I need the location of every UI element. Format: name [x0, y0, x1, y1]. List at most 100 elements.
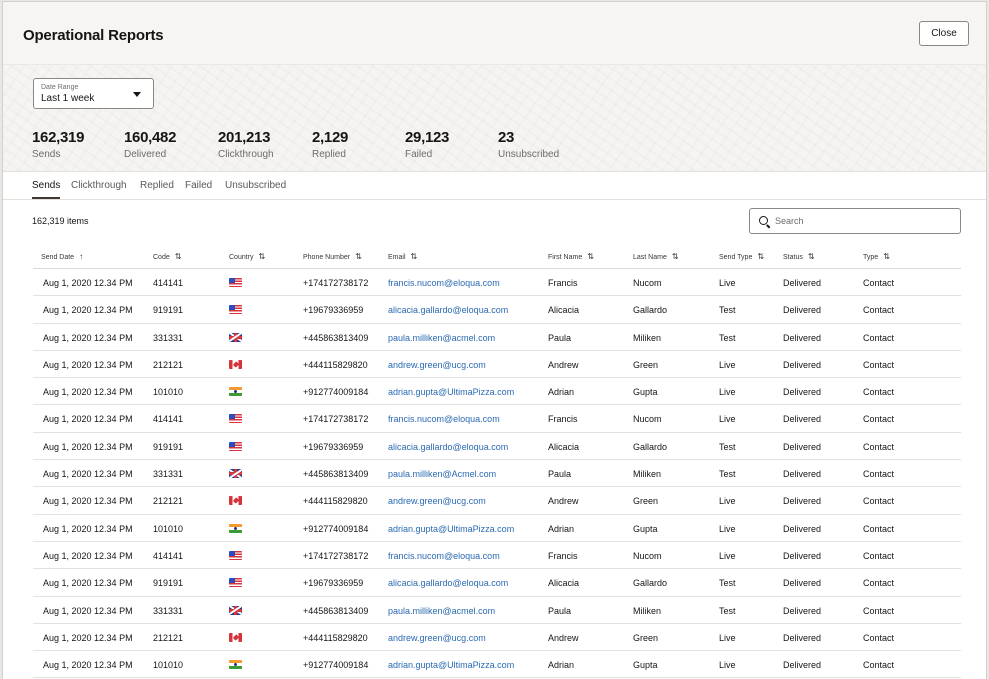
us-flag-icon	[229, 414, 242, 424]
tab-unsubscribed[interactable]: Unsubscribed	[225, 180, 286, 197]
cell-send-date: Aug 1, 2020 12.34 PM	[43, 523, 133, 534]
column-header-send-type[interactable]: Send Type ⇅	[719, 252, 764, 261]
tab-sends[interactable]: Sends	[32, 180, 61, 199]
stat-value: 162,319	[32, 129, 85, 146]
cell-last-name: Nucom	[633, 414, 662, 425]
cell-first-name: Paula	[548, 332, 572, 343]
table-row[interactable]: Aug 1, 2020 12.34 PM 331331 +445863813409 p…	[33, 324, 961, 351]
cell-first-name: Alicacia	[548, 441, 580, 452]
cell-status: Delivered	[783, 660, 822, 671]
cell-first-name: Adrian	[548, 660, 575, 671]
table-row[interactable]: Aug 1, 2020 12.34 PM 331331 +445863813409 p…	[33, 597, 961, 624]
cell-send-type: Test	[719, 605, 736, 616]
cell-status: Delivered	[783, 278, 822, 288]
stat-delivered: 160,482 Delivered	[124, 129, 176, 160]
column-header-type[interactable]: Type ⇅	[863, 252, 890, 261]
cell-email[interactable]: francis.nucom@eloqua.com	[388, 278, 500, 288]
cell-type: Contact	[863, 496, 895, 507]
column-header-send-date[interactable]: Send Date ↑	[41, 252, 83, 261]
india-flag-icon	[229, 660, 242, 670]
table-row[interactable]: Aug 1, 2020 12.34 PM 414141 +174172738172 f…	[33, 542, 961, 570]
sort-icon[interactable]: ⇅	[411, 252, 418, 261]
table-row[interactable]: Aug 1, 2020 12.34 PM 919191 +19679336959 al…	[33, 569, 961, 597]
column-header-code[interactable]: Code ⇅	[153, 252, 181, 261]
table-row[interactable]: Aug 1, 2020 12.34 PM 919191 +19679336959 al…	[33, 433, 961, 461]
page-title: Operational Reports	[23, 27, 164, 44]
cell-code: 331331	[153, 332, 184, 343]
cell-email[interactable]: adrian.gupta@UltimaPizza.com	[388, 524, 514, 534]
cell-email[interactable]: adrian.gupta@UltimaPizza.com	[388, 660, 514, 670]
cell-first-name: Alicacia	[548, 578, 580, 589]
tab-failed[interactable]: Failed	[185, 180, 212, 197]
table-row[interactable]: Aug 1, 2020 12.34 PM 414141 +174172738172 f…	[33, 269, 961, 297]
close-button[interactable]: Close	[919, 21, 969, 46]
stat-label: Replied	[312, 149, 346, 160]
tab-clickthrough[interactable]: Clickthrough	[71, 180, 127, 197]
us-flag-icon	[229, 278, 242, 287]
stat-label: Delivered	[124, 149, 167, 160]
sort-icon[interactable]: ⇅	[883, 252, 890, 261]
search-input[interactable]: Search	[749, 208, 961, 234]
table-row[interactable]: Aug 1, 2020 12.34 PM 414141 +174172738172 f…	[33, 405, 961, 433]
table-row[interactable]: Aug 1, 2020 12.34 PM 101010 +912774009184 a…	[33, 515, 961, 542]
sort-icon[interactable]: ⇅	[175, 252, 182, 261]
cell-type: Contact	[863, 305, 895, 316]
column-header-first-name[interactable]: First Name ⇅	[548, 252, 594, 261]
table-row[interactable]: Aug 1, 2020 12.34 PM 212121 +444115829820 a…	[33, 487, 961, 515]
cell-send-date: Aug 1, 2020 12.34 PM	[43, 414, 133, 425]
cell-email[interactable]: paula.milliken@Acmel.com	[388, 469, 496, 479]
cell-email[interactable]: francis.nucom@eloqua.com	[388, 414, 500, 424]
sort-icon[interactable]: ⇅	[259, 252, 266, 261]
table-row[interactable]: Aug 1, 2020 12.34 PM 212121 +444115829820 a…	[33, 624, 961, 652]
column-header-label: Email	[388, 254, 406, 261]
cell-send-type: Test	[719, 441, 736, 452]
table-row[interactable]: Aug 1, 2020 12.34 PM 101010 +912774009184 a…	[33, 651, 961, 679]
table-row[interactable]: Aug 1, 2020 12.34 PM 212121 +444115829820 a…	[33, 351, 961, 379]
cell-email[interactable]: alicacia.gallardo@eloqua.com	[388, 442, 508, 452]
sort-icon[interactable]: ⇅	[808, 252, 815, 261]
tab-replied[interactable]: Replied	[140, 180, 174, 197]
column-header-label: Code	[153, 254, 170, 261]
cell-email[interactable]: adrian.gupta@UltimaPizza.com	[388, 387, 514, 397]
cell-last-name: Gallardo	[633, 578, 668, 589]
cell-code: 101010	[153, 387, 184, 398]
cell-email[interactable]: francis.nucom@eloqua.com	[388, 551, 500, 561]
sort-icon[interactable]: ⇅	[355, 252, 362, 261]
sort-ascending-icon[interactable]: ↑	[79, 252, 83, 261]
cell-phone-number: +912774009184	[303, 523, 369, 534]
cell-type: Contact	[863, 387, 895, 398]
us-flag-icon	[229, 305, 242, 315]
column-header-phone-number[interactable]: Phone Number ⇅	[303, 252, 362, 261]
column-header-label: Phone Number	[303, 254, 351, 261]
table-row[interactable]: Aug 1, 2020 12.34 PM 101010 +912774009184 a…	[33, 378, 961, 406]
table-row[interactable]: Aug 1, 2020 12.34 PM 919191 +19679336959 al…	[33, 296, 961, 324]
report-header: Operational Reports Close Date Range Las…	[3, 2, 986, 172]
sort-icon[interactable]: ⇅	[757, 252, 764, 261]
cell-first-name: Alicacia	[548, 305, 580, 316]
cell-phone-number: +445863813409	[303, 469, 369, 480]
sort-icon[interactable]: ⇅	[672, 252, 679, 261]
cell-last-name: Nucom	[633, 550, 662, 561]
cell-email[interactable]: alicacia.gallardo@eloqua.com	[388, 305, 508, 315]
cell-email[interactable]: andrew.green@ucg.com	[388, 496, 486, 506]
cell-first-name: Adrian	[548, 387, 575, 398]
column-header-country[interactable]: Country ⇅	[229, 252, 265, 261]
uk-flag-icon	[229, 605, 242, 615]
cell-send-type: Live	[719, 387, 736, 398]
cell-email[interactable]: paula.milliken@acmel.com	[388, 333, 495, 343]
cell-email[interactable]: andrew.green@ucg.com	[388, 633, 486, 643]
date-range-select[interactable]: Date Range Last 1 week	[33, 78, 154, 109]
column-header-status[interactable]: Status ⇅	[783, 252, 815, 261]
cell-email[interactable]: alicacia.gallardo@eloqua.com	[388, 578, 508, 588]
column-header-label: Type	[863, 254, 879, 261]
cell-email[interactable]: paula.milliken@acmel.com	[388, 606, 495, 616]
uk-flag-icon	[229, 469, 242, 479]
cell-status: Delivered	[783, 441, 822, 452]
cell-send-type: Live	[719, 359, 736, 370]
table-row[interactable]: Aug 1, 2020 12.34 PM 331331 +445863813409 p…	[33, 460, 961, 488]
column-header-last-name[interactable]: Last Name ⇅	[633, 252, 679, 261]
cell-email[interactable]: andrew.green@ucg.com	[388, 360, 486, 370]
column-header-email[interactable]: Email ⇅	[388, 252, 417, 261]
sort-icon[interactable]: ⇅	[587, 252, 594, 261]
cell-first-name: Paula	[548, 605, 572, 616]
